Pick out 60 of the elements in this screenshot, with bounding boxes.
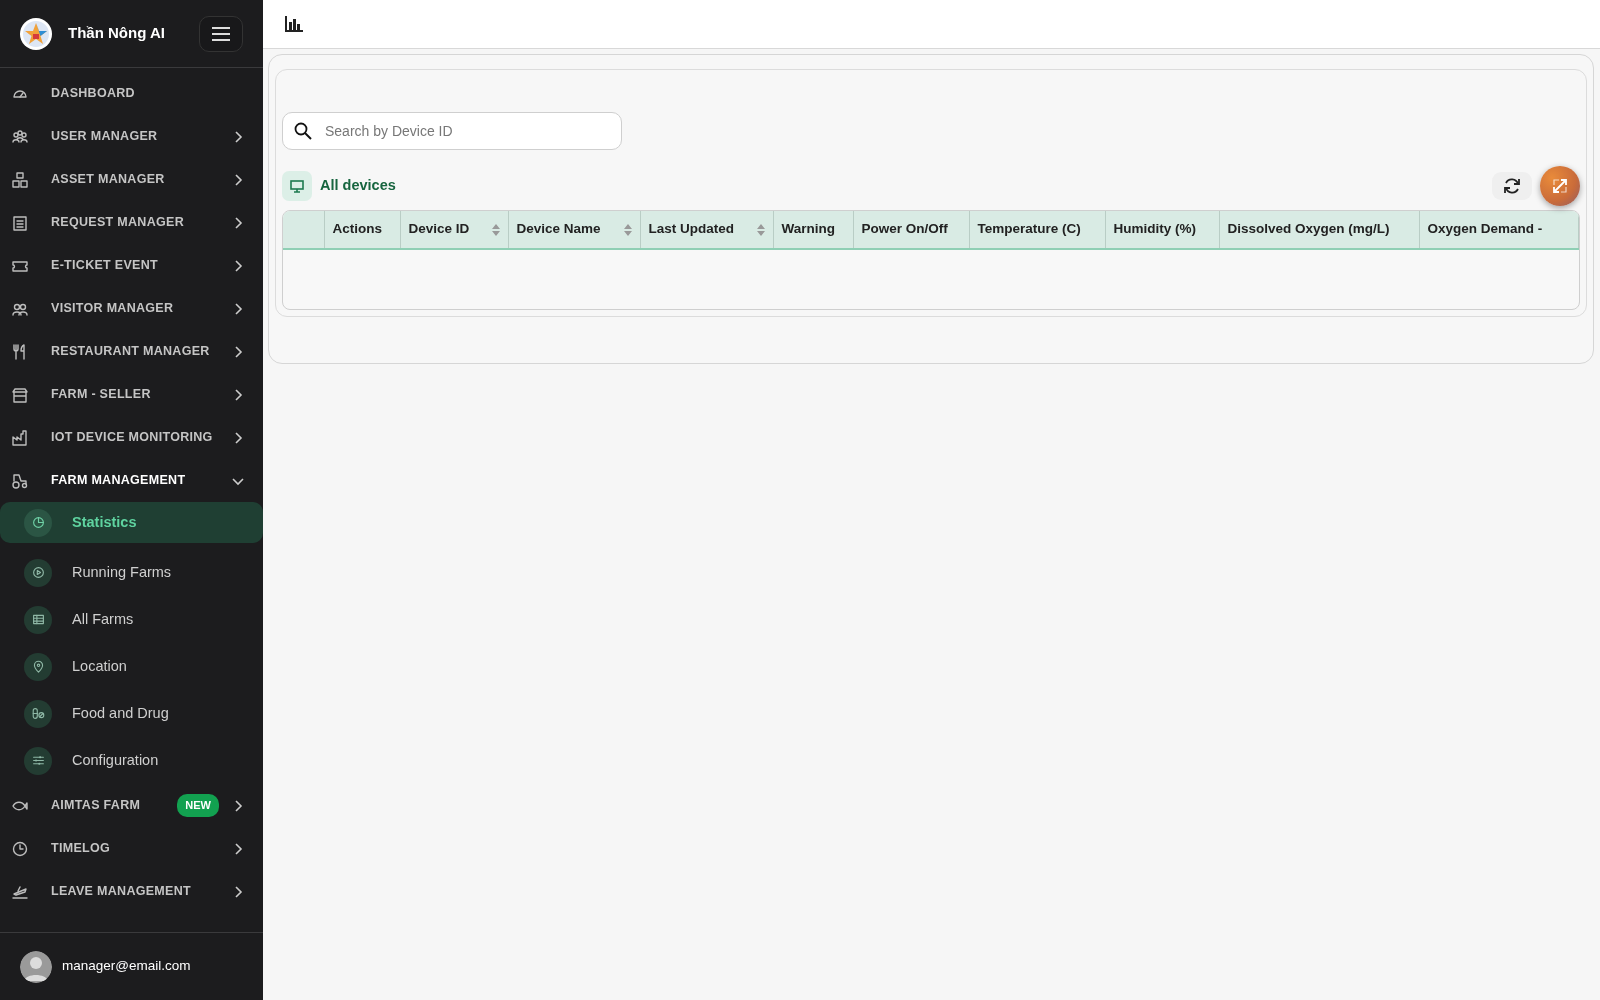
- search-field[interactable]: Search by Device ID: [282, 112, 622, 150]
- sidebar-item[interactable]: VISITOR MANAGER: [0, 287, 263, 330]
- submenu-item[interactable]: Configuration: [0, 737, 263, 784]
- column-header: Warning: [773, 211, 853, 249]
- sidebar-item[interactable]: IOT DEVICE MONITORING: [0, 416, 263, 459]
- sidebar-item[interactable]: USER MANAGER: [0, 115, 263, 158]
- sidebar-item[interactable]: FARM - SELLER: [0, 373, 263, 416]
- plane-icon: [12, 883, 28, 900]
- submenu-item[interactable]: All Farms: [0, 596, 263, 643]
- new-badge: NEW: [177, 794, 219, 817]
- expand-icon: [1551, 177, 1569, 195]
- submenu-item[interactable]: Running Farms: [0, 549, 263, 596]
- sidebar-item[interactable]: FARM MANAGEMENT: [0, 459, 263, 502]
- clock-icon: [12, 840, 28, 857]
- refresh-button[interactable]: [1492, 172, 1532, 200]
- submenu-item[interactable]: Location: [0, 643, 263, 690]
- menu-button[interactable]: [199, 15, 243, 52]
- pills-icon: [31, 707, 45, 720]
- cutlery-icon: [12, 343, 28, 360]
- expand-button[interactable]: [1540, 166, 1580, 206]
- monitor-icon: [282, 171, 312, 201]
- refresh-icon: [1502, 176, 1522, 196]
- logo: [20, 17, 52, 50]
- section-title: All devices: [320, 176, 396, 196]
- clipboard-icon: [12, 214, 28, 231]
- brand-name: Thần Nông AI: [68, 23, 165, 44]
- sidebar-item[interactable]: AIMTAS FARM NEW: [0, 784, 263, 827]
- table-icon: [31, 613, 45, 626]
- search-icon: [294, 122, 312, 140]
- boxes-icon: [12, 171, 28, 188]
- sidebar-item[interactable]: TIMELOG: [0, 827, 263, 870]
- column-header: Power On/Off: [853, 211, 969, 249]
- sliders-icon: [31, 754, 45, 767]
- factory-icon: [12, 429, 28, 446]
- submenu-item[interactable]: Statistics: [0, 502, 263, 543]
- store-icon: [12, 386, 28, 403]
- avatar: [20, 950, 52, 983]
- submenu-item[interactable]: Food and Drug: [0, 690, 263, 737]
- column-header: Oxygen Demand -: [1419, 211, 1579, 249]
- location-pin-icon: [31, 660, 45, 673]
- sidebar-item[interactable]: DASHBOARD: [0, 72, 263, 115]
- column-header: Temperature (C): [969, 211, 1105, 249]
- sidebar-item[interactable]: ASSET MANAGER: [0, 158, 263, 201]
- tractor-icon: [12, 472, 28, 489]
- column-header: Humidity (%): [1105, 211, 1219, 249]
- bar-chart-icon: [285, 16, 303, 32]
- column-header: Actions: [324, 211, 400, 249]
- sidebar-item[interactable]: E-TICKET EVENT: [0, 244, 263, 287]
- user-email: manager@email.com: [62, 957, 191, 976]
- menu-icon: [211, 25, 231, 42]
- column-header[interactable]: Last Updated: [640, 211, 773, 249]
- group-icon: [12, 128, 28, 145]
- sidebar-item[interactable]: REQUEST MANAGER: [0, 201, 263, 244]
- sidebar-item[interactable]: RESTAURANT MANAGER: [0, 330, 263, 373]
- play-icon: [31, 566, 45, 579]
- column-header[interactable]: Device ID: [400, 211, 508, 249]
- pie-chart-icon: [31, 516, 45, 529]
- column-header: Dissolved Oxygen (mg/L): [1219, 211, 1419, 249]
- sidebar-item[interactable]: LEAVE MANAGEMENT: [0, 870, 263, 913]
- column-header[interactable]: Device Name: [508, 211, 640, 249]
